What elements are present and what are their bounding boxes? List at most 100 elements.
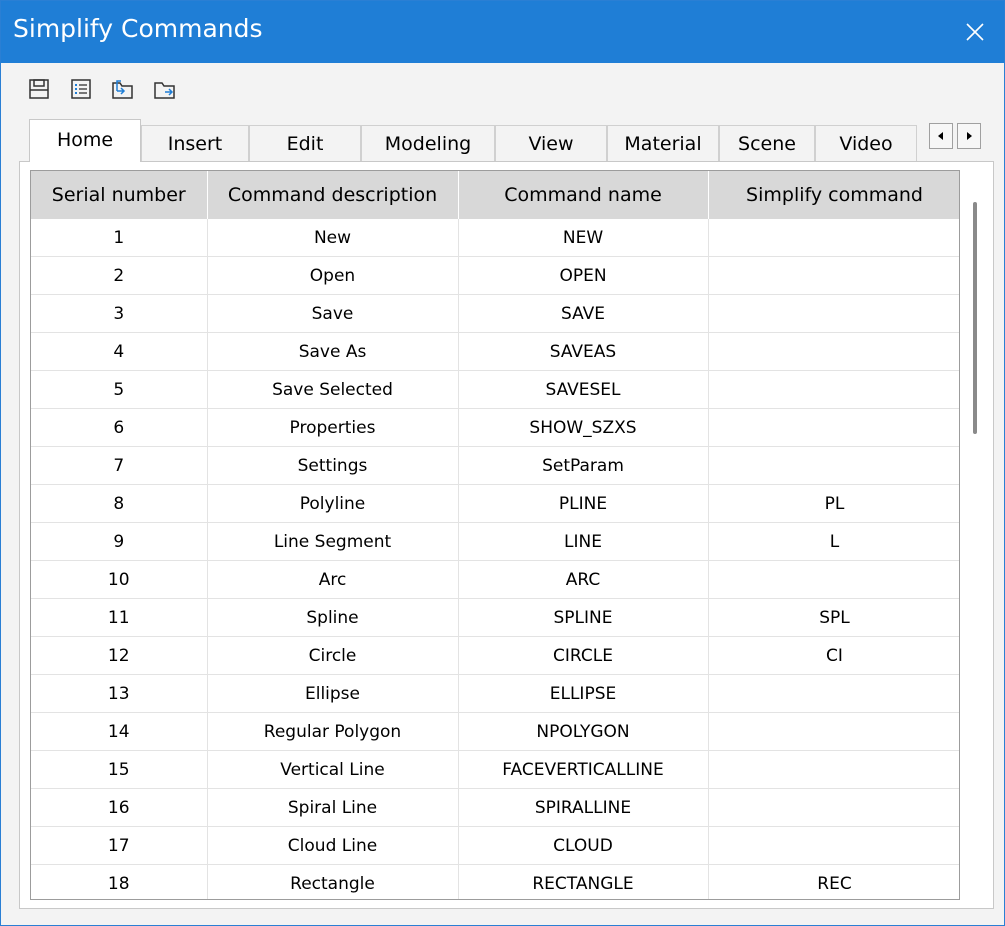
tab-scroll-buttons xyxy=(929,123,985,153)
command-name-cell: RECTANGLE xyxy=(458,864,709,899)
tab-scene[interactable]: Scene xyxy=(719,125,815,161)
import-button[interactable] xyxy=(107,73,139,105)
table-row[interactable]: 7 Settings SetParam xyxy=(31,446,959,485)
column-header-simplify-command[interactable]: Simplify command xyxy=(708,171,959,219)
table-row[interactable]: 4 Save As SAVEAS xyxy=(31,332,959,371)
simplify-command-cell[interactable] xyxy=(708,712,959,751)
serial-number-cell: 6 xyxy=(31,408,208,447)
command-name-cell: ELLIPSE xyxy=(458,674,709,713)
tab-edit[interactable]: Edit xyxy=(249,125,361,161)
title-bar: Simplify Commands xyxy=(1,1,1004,63)
window-title: Simplify Commands xyxy=(13,14,263,43)
simplify-command-cell[interactable]: SPL xyxy=(708,598,959,637)
serial-number-cell: 3 xyxy=(31,294,208,333)
command-description-cell: Spiral Line xyxy=(207,788,459,827)
table-row[interactable]: 16 Spiral Line SPIRALLINE xyxy=(31,788,959,827)
close-button[interactable] xyxy=(946,1,1004,63)
list-icon xyxy=(71,79,91,99)
scrollbar-thumb[interactable] xyxy=(973,202,977,434)
serial-number-cell: 4 xyxy=(31,332,208,371)
serial-number-cell: 12 xyxy=(31,636,208,675)
simplify-command-cell[interactable]: L xyxy=(708,522,959,561)
export-button[interactable] xyxy=(149,73,181,105)
tab-video[interactable]: Video xyxy=(815,125,917,161)
simplify-command-cell[interactable] xyxy=(708,750,959,789)
save-icon xyxy=(29,79,49,99)
simplify-command-cell[interactable] xyxy=(708,788,959,827)
table-row[interactable]: 2 Open OPEN xyxy=(31,256,959,295)
command-description-cell: Save Selected xyxy=(207,370,459,409)
table-header-row: Serial number Command description Comman… xyxy=(31,171,959,219)
vertical-scrollbar[interactable] xyxy=(964,170,988,900)
list-button[interactable] xyxy=(65,73,97,105)
table-row[interactable]: 12 Circle CIRCLE CI xyxy=(31,636,959,675)
column-header-command-name[interactable]: Command name xyxy=(458,171,709,219)
command-name-cell: NEW xyxy=(458,219,709,257)
simplify-command-cell[interactable] xyxy=(708,219,959,257)
table-row[interactable]: 8 Polyline PLINE PL xyxy=(31,484,959,523)
command-name-cell: SAVESEL xyxy=(458,370,709,409)
tab-scroll-left-button[interactable] xyxy=(929,123,953,149)
simplify-command-cell[interactable] xyxy=(708,674,959,713)
simplify-command-cell[interactable] xyxy=(708,408,959,447)
command-name-cell: CLOUD xyxy=(458,826,709,865)
serial-number-cell: 2 xyxy=(31,256,208,295)
simplify-command-cell[interactable] xyxy=(708,332,959,371)
command-description-cell: Vertical Line xyxy=(207,750,459,789)
table-row[interactable]: 18 Rectangle RECTANGLE REC xyxy=(31,864,959,899)
column-header-serial-number[interactable]: Serial number xyxy=(31,171,208,219)
command-name-cell: LINE xyxy=(458,522,709,561)
simplify-command-cell[interactable]: REC xyxy=(708,864,959,899)
serial-number-cell: 18 xyxy=(31,864,208,899)
table-row[interactable]: 10 Arc ARC xyxy=(31,560,959,599)
table-row[interactable]: 14 Regular Polygon NPOLYGON xyxy=(31,712,959,751)
command-name-cell: SAVEAS xyxy=(458,332,709,371)
simplify-command-cell[interactable] xyxy=(708,446,959,485)
table-row[interactable]: 13 Ellipse ELLIPSE xyxy=(31,674,959,713)
serial-number-cell: 14 xyxy=(31,712,208,751)
import-icon xyxy=(112,80,133,99)
command-description-cell: Arc xyxy=(207,560,459,599)
simplify-command-cell[interactable] xyxy=(708,826,959,865)
simplify-command-cell[interactable] xyxy=(708,370,959,409)
table-row[interactable]: 1 New NEW xyxy=(31,219,959,257)
serial-number-cell: 9 xyxy=(31,522,208,561)
tab-view[interactable]: View xyxy=(495,125,607,161)
command-name-cell: SPIRALLINE xyxy=(458,788,709,827)
serial-number-cell: 15 xyxy=(31,750,208,789)
command-description-cell: Save As xyxy=(207,332,459,371)
table-row[interactable]: 5 Save Selected SAVESEL xyxy=(31,370,959,409)
save-button[interactable] xyxy=(23,73,55,105)
command-name-cell: SHOW_SZXS xyxy=(458,408,709,447)
commands-table: Serial number Command description Comman… xyxy=(31,171,959,899)
command-name-cell: SPLINE xyxy=(458,598,709,637)
table-body: 1 New NEW 2 Open OPEN 3 Save SAVE 4 Save As SAVEAS 5… xyxy=(31,219,959,899)
command-description-cell: Regular Polygon xyxy=(207,712,459,751)
command-description-cell: Properties xyxy=(207,408,459,447)
tab-scroll-right-button[interactable] xyxy=(957,123,981,149)
command-name-cell: SetParam xyxy=(458,446,709,485)
tab-modeling[interactable]: Modeling xyxy=(361,125,495,161)
serial-number-cell: 8 xyxy=(31,484,208,523)
table-row[interactable]: 3 Save SAVE xyxy=(31,294,959,333)
table-row[interactable]: 9 Line Segment LINE L xyxy=(31,522,959,561)
simplify-command-cell[interactable] xyxy=(708,560,959,599)
command-description-cell: Line Segment xyxy=(207,522,459,561)
tab-insert[interactable]: Insert xyxy=(141,125,249,161)
table-row[interactable]: 15 Vertical Line FACEVERTICALLINE xyxy=(31,750,959,789)
simplify-command-cell[interactable] xyxy=(708,256,959,295)
simplify-command-cell[interactable]: CI xyxy=(708,636,959,675)
serial-number-cell: 16 xyxy=(31,788,208,827)
tab-material[interactable]: Material xyxy=(607,125,719,161)
simplify-command-cell[interactable]: PL xyxy=(708,484,959,523)
table-row[interactable]: 6 Properties SHOW_SZXS xyxy=(31,408,959,447)
command-description-cell: Rectangle xyxy=(207,864,459,899)
table-row[interactable]: 17 Cloud Line CLOUD xyxy=(31,826,959,865)
simplify-command-cell[interactable] xyxy=(708,294,959,333)
table-row[interactable]: 11 Spline SPLINE SPL xyxy=(31,598,959,637)
command-description-cell: Polyline xyxy=(207,484,459,523)
column-header-command-description[interactable]: Command description xyxy=(207,171,459,219)
command-name-cell: OPEN xyxy=(458,256,709,295)
tab-home[interactable]: Home xyxy=(29,119,141,162)
serial-number-cell: 13 xyxy=(31,674,208,713)
